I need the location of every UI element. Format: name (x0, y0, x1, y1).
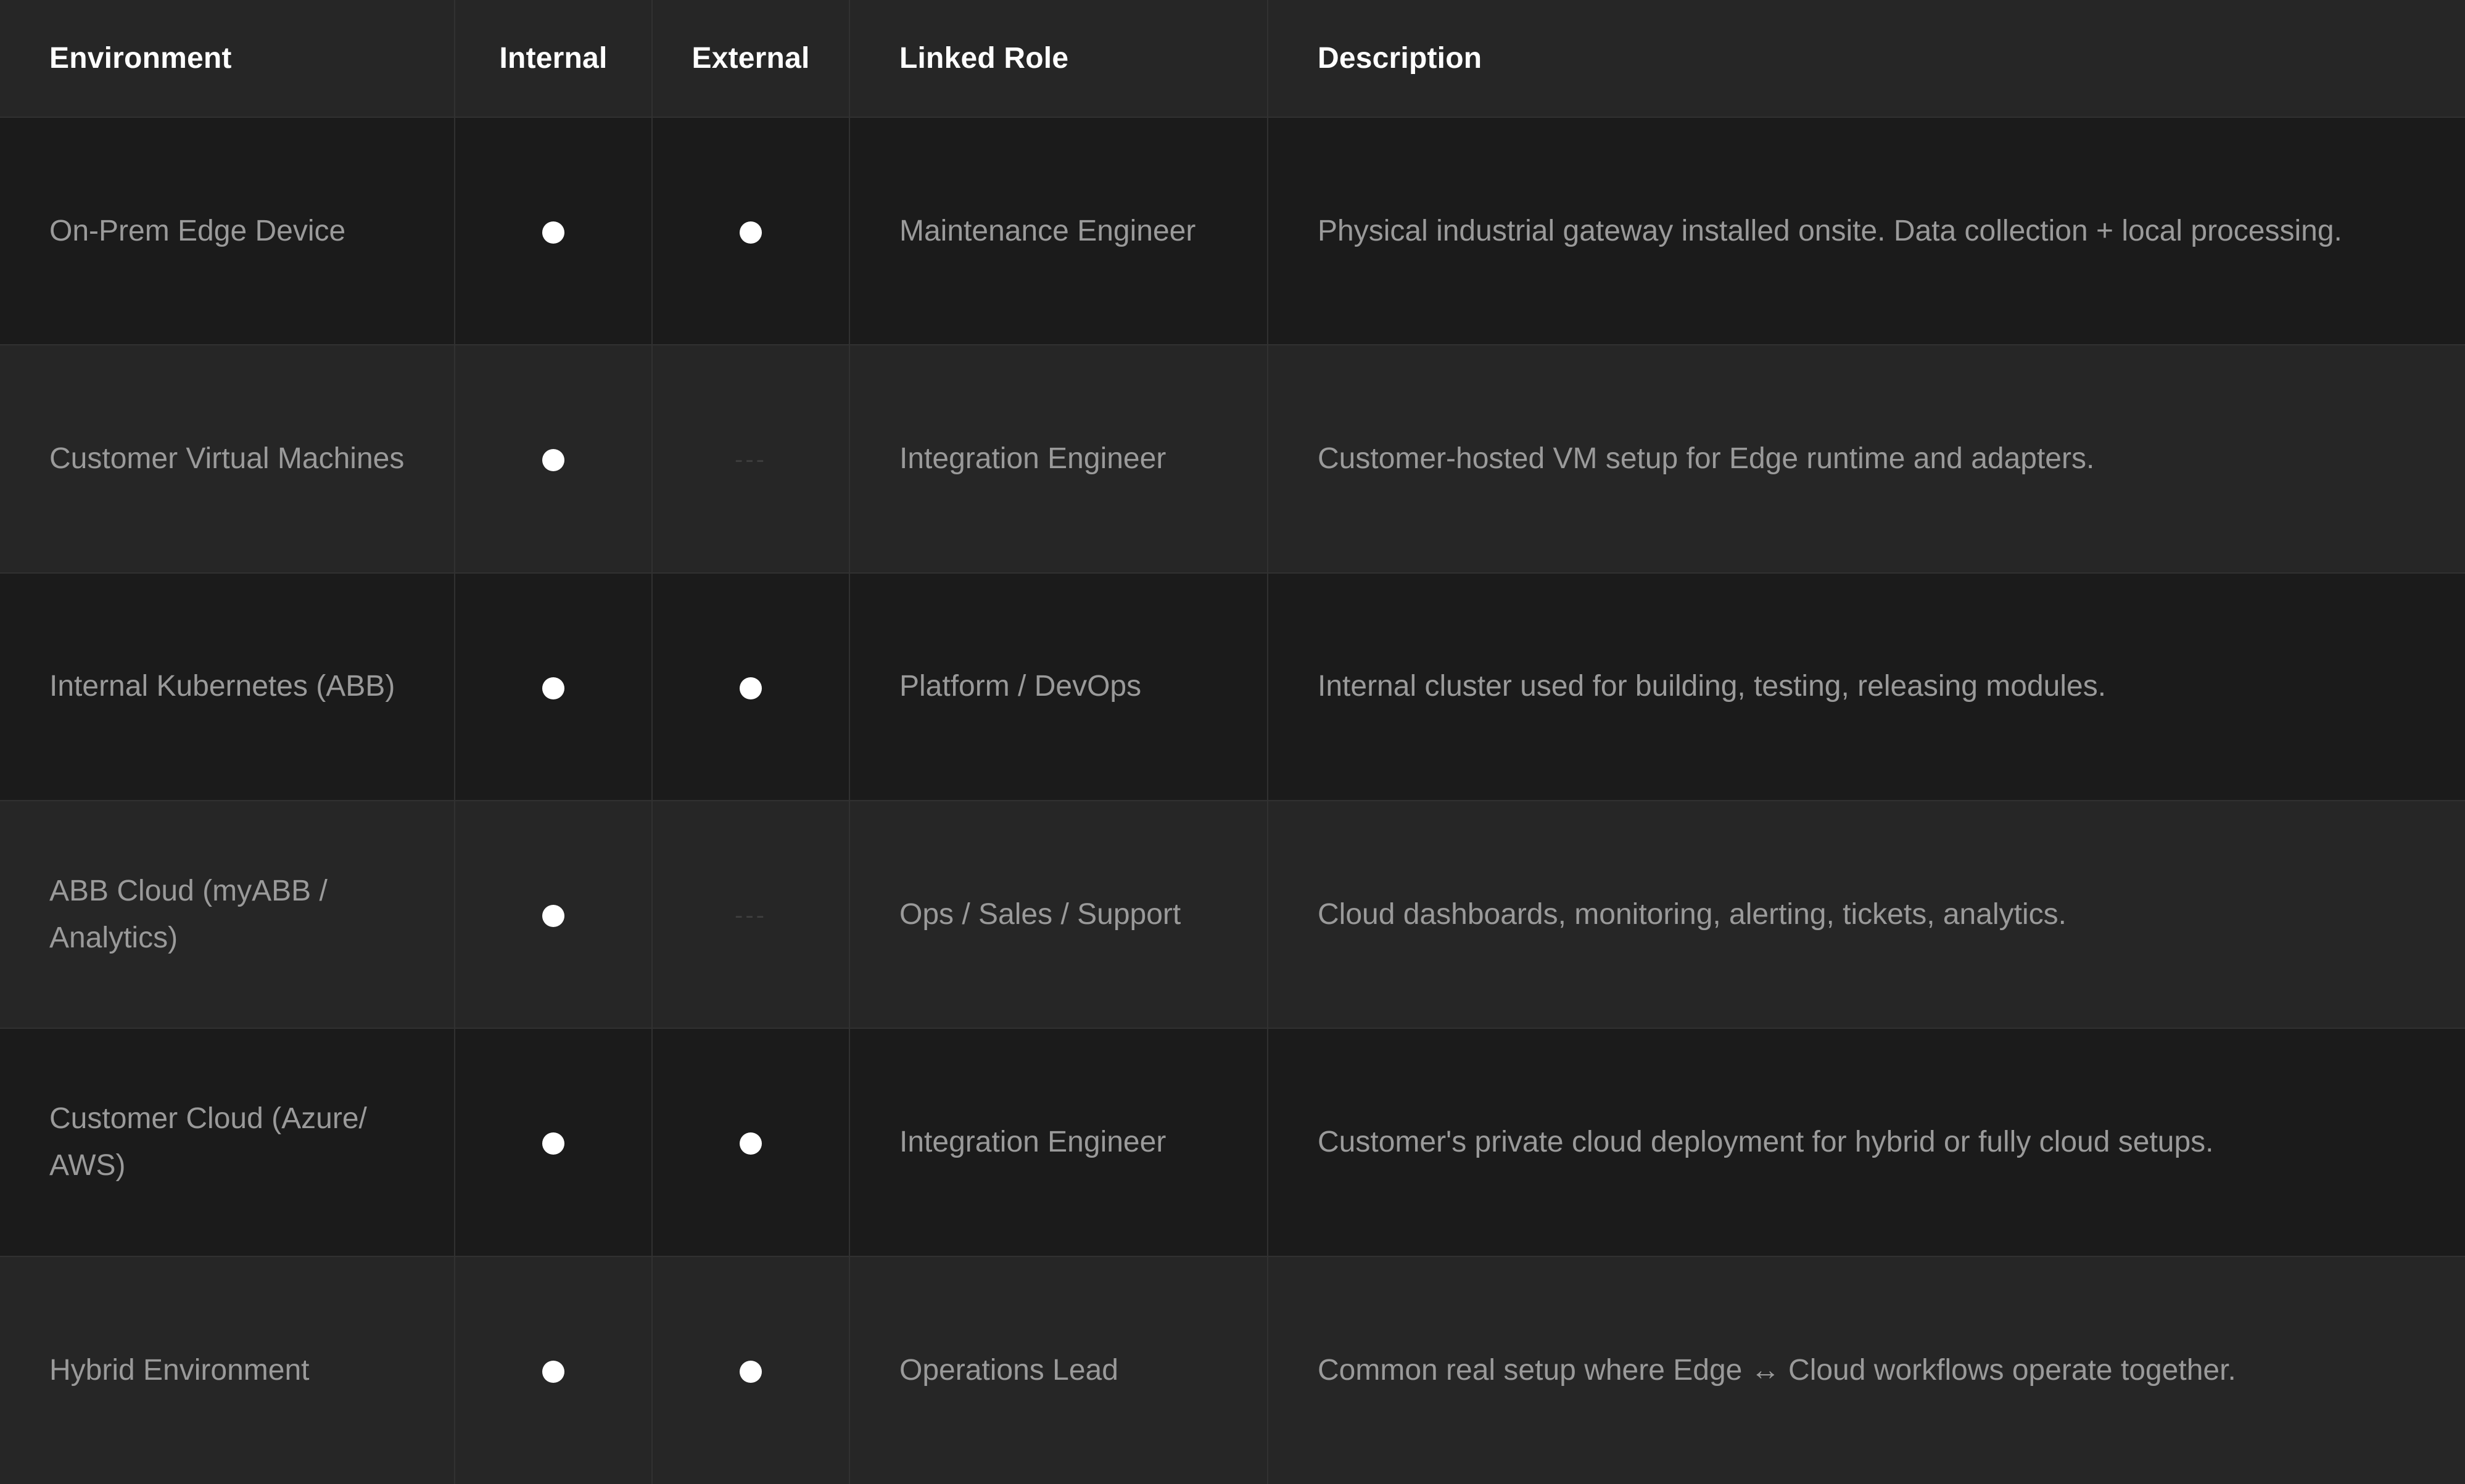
cell-environment: Internal Kubernetes (ABB) (0, 572, 455, 801)
internal-available-dot-icon (542, 904, 564, 927)
internal-available-dot-icon (542, 1361, 564, 1383)
cell-linked-role: Platform / DevOps (849, 572, 1268, 801)
cell-external (652, 117, 850, 346)
table-row: Customer Virtual Machines --- Integration … (0, 345, 2465, 574)
table-row: Customer Cloud (Azure/ AWS) Integration E… (0, 1028, 2465, 1257)
cell-external (652, 1256, 850, 1484)
cell-description: Common real setup where Edge ↔ Cloud wor… (1318, 1353, 2236, 1387)
cell-description: Customer's private cloud deployment for … (1268, 1028, 2465, 1257)
table-row: Hybrid Environment Operations Lead Common … (0, 1256, 2465, 1484)
header-linked-role: Linked Role (849, 0, 1268, 118)
table-row: Internal Kubernetes (ABB) Platform / DevO… (0, 572, 2465, 801)
cell-linked-role: Operations Lead (849, 1256, 1268, 1484)
cell-external: --- (652, 345, 850, 574)
cell-internal (455, 345, 653, 574)
cell-linked-role: Integration Engineer (849, 1028, 1268, 1257)
environments-table: Environment Internal External Linked Rol… (0, 0, 2465, 1484)
cell-external: --- (652, 800, 850, 1029)
cell-environment: On-Prem Edge Device (0, 117, 455, 346)
table-body: On-Prem Edge Device Maintenance Engineer P… (0, 117, 2465, 1484)
cell-description: Physical industrial gateway installed on… (1268, 117, 2465, 346)
table-row: ABB Cloud (myABB / Analytics) --- Ops / Sa… (0, 800, 2465, 1029)
cell-environment: Hybrid Environment (0, 1256, 455, 1484)
table-header-row: Environment Internal External Linked Rol… (0, 0, 2465, 118)
cell-description: Internal cluster used for building, test… (1268, 572, 2465, 801)
table-row: On-Prem Edge Device Maintenance Engineer P… (0, 117, 2465, 346)
header-external: External (652, 0, 850, 118)
external-available-dot-icon (740, 221, 762, 244)
internal-available-dot-icon (542, 449, 564, 472)
cell-internal (455, 117, 653, 346)
cell-linked-role: Integration Engineer (849, 345, 1268, 574)
cell-environment: Customer Cloud (Azure/ AWS) (0, 1028, 455, 1257)
cell-linked-role: Ops / Sales / Support (849, 800, 1268, 1029)
external-available-dot-icon (740, 1361, 762, 1383)
header-description: Description (1268, 0, 2465, 118)
cell-description: Customer-hosted VM setup for Edge runtim… (1268, 345, 2465, 574)
external-available-dot-icon (740, 1132, 762, 1155)
cell-internal (455, 800, 653, 1029)
header-environment: Environment (0, 0, 455, 118)
cell-internal (455, 1256, 653, 1484)
cell-linked-role: Maintenance Engineer (849, 117, 1268, 346)
external-unavailable-dash: --- (735, 901, 767, 929)
environments-table-container: Environment Internal External Linked Rol… (0, 0, 2465, 1484)
external-available-dot-icon (740, 677, 762, 699)
cell-internal (455, 1028, 653, 1257)
cell-environment: Customer Virtual Machines (0, 345, 455, 574)
cell-environment: ABB Cloud (myABB / Analytics) (0, 800, 455, 1029)
header-internal: Internal (455, 0, 653, 118)
cell-internal (455, 572, 653, 801)
cell-external (652, 1028, 850, 1257)
cell-description: Cloud dashboards, monitoring, alerting, … (1268, 800, 2465, 1029)
internal-available-dot-icon (542, 677, 564, 699)
internal-available-dot-icon (542, 221, 564, 244)
internal-available-dot-icon (542, 1132, 564, 1155)
cell-external (652, 572, 850, 801)
external-unavailable-dash: --- (735, 446, 767, 474)
